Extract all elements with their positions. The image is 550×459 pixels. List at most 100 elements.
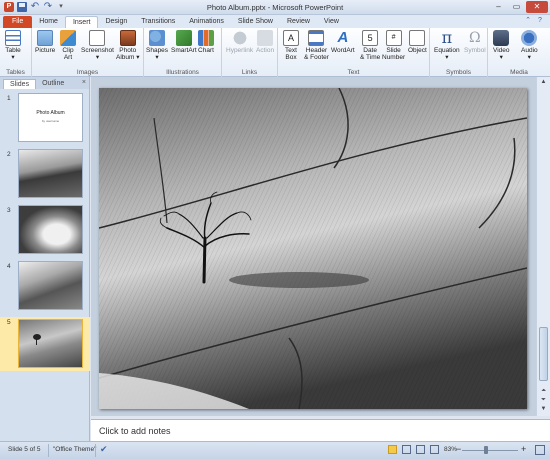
table-icon [5, 30, 21, 46]
hyperlink-icon [231, 30, 248, 46]
close-button[interactable]: ✕ [526, 1, 548, 13]
shapes-icon [149, 30, 166, 46]
ribbon: Table ▾ Tables Picture Clip Art Screenshot… [0, 28, 550, 77]
window-title: Photo Album.pptx - Microsoft PowerPoint [206, 3, 344, 12]
action-icon [257, 30, 274, 46]
slide-thumbnail-5[interactable]: 5 [0, 317, 90, 371]
landscape-photo [99, 88, 527, 409]
audio-button[interactable]: Audio ▾ [521, 30, 538, 61]
tab-design[interactable]: Design [98, 16, 134, 28]
header-footer-button[interactable]: Header & Footer [304, 30, 329, 61]
group-media: Video ▾ Audio ▾ Media [488, 28, 550, 77]
chart-icon [198, 30, 214, 46]
photo-album-button[interactable]: Photo Album ▾ [116, 30, 140, 61]
current-slide[interactable] [99, 88, 527, 409]
previous-slide-icon[interactable]: ⏶ [537, 388, 550, 395]
normal-view-icon[interactable] [388, 445, 397, 454]
slide-number-icon: # [385, 30, 402, 46]
date-time-button[interactable]: 5 Date & Time [360, 30, 380, 61]
zoom-out-icon[interactable]: − [456, 444, 461, 454]
equation-button[interactable]: π Equation ▾ [434, 28, 460, 62]
tab-insert[interactable]: Insert [64, 16, 99, 28]
notes-pane[interactable]: Click to add notes [91, 419, 550, 441]
vertical-scrollbar[interactable]: ▲ ⏶ ⏷ ▼ [536, 77, 550, 416]
text-box-button[interactable]: A Text Box [283, 30, 299, 61]
spell-check-icon[interactable]: ✔ [100, 444, 108, 455]
slide-thumbnail-1[interactable]: 1 Photo Album by username [0, 93, 90, 147]
object-icon [409, 30, 426, 46]
slide-thumbnail-3[interactable]: 3 [0, 205, 90, 259]
zoom-slider[interactable] [462, 450, 518, 451]
thumb-title: Photo Album [36, 110, 65, 116]
tab-view[interactable]: View [317, 16, 346, 28]
tab-animations[interactable]: Animations [182, 16, 231, 28]
next-slide-icon[interactable]: ⏷ [537, 397, 550, 404]
object-button[interactable]: Object [408, 30, 427, 54]
table-button[interactable]: Table ▾ [5, 30, 21, 61]
wordart-button[interactable]: A WordArt [331, 29, 355, 55]
help-icon[interactable]: ? [536, 17, 544, 25]
group-illustrations: Shapes ▾ SmartArt Chart Illustrations [144, 28, 222, 77]
group-links: Hyperlink Action Links [222, 28, 278, 77]
shapes-button[interactable]: Shapes ▾ [146, 30, 168, 61]
ribbon-tabs: File Home Insert Design Transitions Anim… [0, 15, 550, 28]
reading-view-icon[interactable] [416, 445, 425, 454]
tab-slide-show[interactable]: Slide Show [231, 16, 280, 28]
action-button[interactable]: Action [256, 30, 274, 54]
scroll-down-icon[interactable]: ▼ [537, 406, 550, 412]
symbol-button[interactable]: Ω Symbol [464, 30, 486, 54]
tab-transitions[interactable]: Transitions [134, 16, 182, 28]
fit-to-window-icon[interactable] [535, 445, 545, 455]
tab-outline[interactable]: Outline [36, 79, 70, 89]
clip-art-icon [60, 30, 76, 46]
video-button[interactable]: Video ▾ [493, 30, 510, 61]
video-icon [493, 30, 510, 46]
zoom-slider-knob[interactable] [484, 446, 488, 454]
close-pane-icon[interactable]: × [82, 79, 86, 86]
text-box-icon: A [283, 30, 299, 46]
group-symbols: π Equation ▾ Ω Symbol Symbols [430, 28, 488, 77]
omega-icon: Ω [469, 30, 481, 46]
thumb-image-4 [18, 261, 83, 310]
thumb-subtitle: by username [41, 119, 60, 123]
screenshot-icon [89, 30, 106, 46]
screenshot-button[interactable]: Screenshot ▾ [81, 30, 114, 61]
slideshow-view-icon[interactable] [430, 445, 439, 454]
slide-number-button[interactable]: # Slide Number [382, 30, 405, 61]
slide-thumbnail-4[interactable]: 4 [0, 261, 90, 315]
hyperlink-button[interactable]: Hyperlink [226, 30, 253, 54]
slide-editor [91, 77, 536, 416]
zoom-in-icon[interactable]: + [521, 444, 526, 454]
scroll-thumb[interactable] [539, 327, 548, 381]
smartart-icon [175, 30, 192, 46]
group-text: A Text Box Header & Footer A WordArt 5 Dat… [278, 28, 430, 77]
picture-button[interactable]: Picture [35, 30, 55, 54]
photo-album-icon [119, 30, 136, 46]
slide-sorter-icon[interactable] [402, 445, 411, 454]
notes-placeholder: Click to add notes [99, 426, 171, 436]
tab-slides[interactable]: Slides [3, 79, 37, 89]
header-footer-icon [308, 30, 325, 46]
pi-icon: π [441, 28, 453, 47]
minimize-ribbon-icon[interactable]: ⌃ [524, 17, 532, 25]
tab-home[interactable]: Home [32, 16, 65, 28]
smartart-button[interactable]: SmartArt [171, 30, 197, 54]
group-images: Picture Clip Art Screenshot ▾ Photo Album ▾… [32, 28, 144, 77]
audio-icon [521, 30, 538, 46]
maximize-button[interactable]: ▭ [508, 1, 525, 13]
scroll-up-icon[interactable]: ▲ [537, 79, 550, 85]
thumb-image-5 [18, 319, 83, 368]
tab-review[interactable]: Review [280, 16, 317, 28]
theme-name[interactable]: "Office Theme" [53, 446, 96, 453]
slides-pane: Slides Outline × 1 Photo Album by userna… [0, 77, 90, 441]
wordart-icon: A [337, 29, 349, 46]
status-bar: Slide 5 of 5 "Office Theme" ✔ 83% − + [0, 441, 550, 459]
chart-button[interactable]: Chart [198, 30, 214, 54]
calendar-icon: 5 [362, 30, 379, 46]
group-tables: Table ▾ Tables [0, 28, 32, 77]
thumb-image-2 [18, 149, 83, 198]
slide-thumbnail-2[interactable]: 2 [0, 149, 90, 203]
minimize-button[interactable]: – [490, 1, 507, 13]
tab-file[interactable]: File [3, 16, 33, 28]
clip-art-button[interactable]: Clip Art [60, 30, 76, 61]
